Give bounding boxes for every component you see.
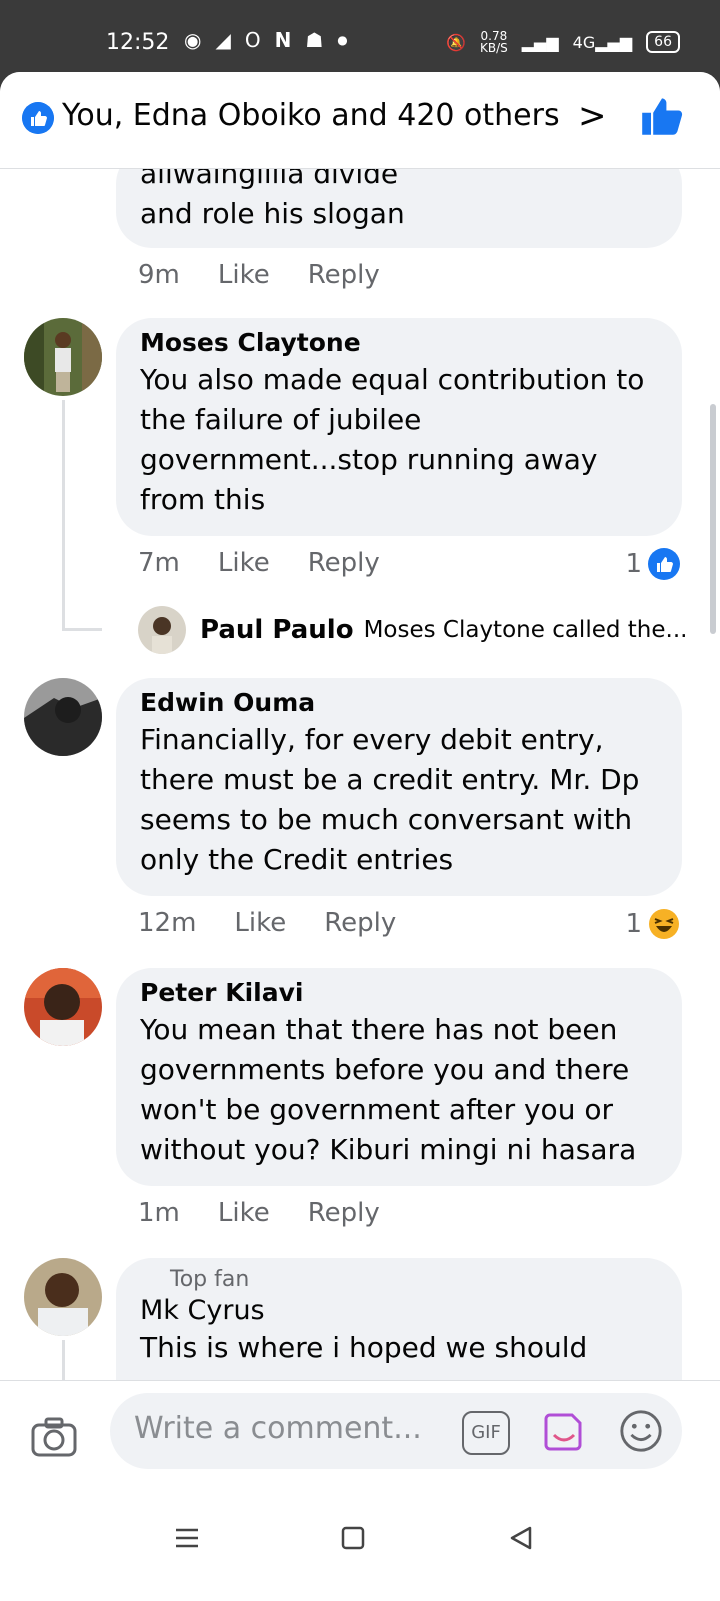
avatar[interactable] xyxy=(24,318,102,396)
opera-icon: O xyxy=(244,28,261,52)
reply-link[interactable]: Reply xyxy=(324,908,396,938)
thread-line-elbow xyxy=(62,628,102,631)
reply-author: Paul Paulo xyxy=(200,615,354,645)
like-link[interactable]: Like xyxy=(234,908,286,938)
comment-bubble[interactable]: Edwin Ouma Financially, for every debit … xyxy=(116,678,682,896)
comment-actions: 1m Like Reply xyxy=(138,1198,418,1228)
home-square-icon[interactable] xyxy=(338,1523,368,1553)
comment-author[interactable]: Mk Cyrus xyxy=(140,1294,658,1328)
comment-time: 1m xyxy=(138,1198,180,1228)
comment-feed[interactable]: aliwaingilila divide and role his slogan… xyxy=(0,168,720,1478)
reply-preview[interactable]: Paul Paulo Moses Claytone called the... xyxy=(138,606,698,654)
camera-icon[interactable] xyxy=(30,1413,78,1461)
comment-actions: 7m Like Reply xyxy=(138,548,418,578)
chevron-right-icon[interactable]: > xyxy=(578,96,607,136)
comment-time: 9m xyxy=(138,260,180,290)
news-icon: N xyxy=(274,28,292,52)
reaction-summary[interactable]: 1 xyxy=(625,548,680,580)
system-icons: 🔕 0.78 KB/S ▂▄▆ 4G▂▄▆ 66 xyxy=(446,30,680,54)
comment-text: This is where i hoped we should xyxy=(140,1331,588,1364)
like-badge-icon xyxy=(22,102,54,134)
reactions-header[interactable]: You, Edna Oboiko and 420 others > xyxy=(0,72,720,169)
gif-button[interactable]: GIF xyxy=(462,1411,510,1455)
avatar-peter-icon xyxy=(24,968,102,1046)
like-link[interactable]: Like xyxy=(218,1198,270,1228)
comment-text: Financially, for every debit entry, ther… xyxy=(140,723,640,876)
system-nav-bar xyxy=(0,1511,720,1601)
like-button-icon[interactable] xyxy=(640,94,684,138)
reply-text: Moses Claytone called the... xyxy=(363,617,688,643)
comment-bubble[interactable]: Peter Kilavi You mean that there has not… xyxy=(116,968,682,1186)
signal-4g-icon: 4G▂▄▆ xyxy=(572,32,633,52)
reply-link[interactable]: Reply xyxy=(308,548,380,578)
avatar-moses-icon xyxy=(24,318,102,396)
reaction-count: 1 xyxy=(625,909,642,939)
battery-icon: 66 xyxy=(646,31,680,53)
avatar-sticker-icon[interactable] xyxy=(540,1407,588,1455)
mute-icon: 🔕 xyxy=(446,32,466,52)
telegram-icon: ◢ xyxy=(215,28,231,52)
avatar-edwin-icon xyxy=(24,678,102,756)
comments-sheet: You, Edna Oboiko and 420 others > aliwai… xyxy=(0,72,720,1600)
avatar[interactable] xyxy=(24,678,102,756)
net-speed: 0.78 KB/S xyxy=(480,30,508,54)
comment-time: 7m xyxy=(138,548,180,578)
avatar[interactable] xyxy=(24,968,102,1046)
scrollbar[interactable] xyxy=(710,404,716,634)
notification-icons: ◉ ◢ O N ☗ ● xyxy=(184,28,348,52)
reaction-count: 1 xyxy=(625,549,642,579)
reactors-text[interactable]: You, Edna Oboiko and 420 others xyxy=(62,98,560,133)
snapchat-icon: ☗ xyxy=(305,28,324,52)
haha-reaction-icon xyxy=(649,909,679,939)
like-link[interactable]: Like xyxy=(218,260,270,290)
back-triangle-icon[interactable] xyxy=(506,1523,536,1553)
comment-text: You mean that there has not been governm… xyxy=(140,1013,637,1166)
reply-link[interactable]: Reply xyxy=(308,1198,380,1228)
like-reaction-icon xyxy=(648,548,680,580)
avatar-cyrus-icon xyxy=(24,1258,102,1336)
like-link[interactable]: Like xyxy=(218,548,270,578)
comment-input-placeholder[interactable]: Write a comment... xyxy=(134,1411,422,1446)
status-time: 12:52 xyxy=(106,30,170,55)
comment-bubble[interactable]: Moses Claytone You also made equal contr… xyxy=(116,318,682,536)
net-speed-unit: KB/S xyxy=(479,41,508,55)
comment-actions: 12m Like Reply xyxy=(138,908,434,938)
comment-time: 12m xyxy=(138,908,197,938)
top-fan-badge: Top fan xyxy=(170,1267,250,1292)
reaction-summary[interactable]: 1 xyxy=(625,908,680,940)
comment-author[interactable]: Peter Kilavi xyxy=(140,976,658,1010)
emoji-icon[interactable] xyxy=(618,1408,664,1454)
menu-icon[interactable] xyxy=(172,1523,202,1553)
more-dot-icon: ● xyxy=(337,33,348,47)
whatsapp-icon: ◉ xyxy=(184,28,202,52)
comment-actions: 9m Like Reply xyxy=(138,260,418,290)
comment-author[interactable]: Edwin Ouma xyxy=(140,686,658,720)
reply-link[interactable]: Reply xyxy=(308,260,380,290)
comment-text: aliwaingilila divide and role his slogan xyxy=(140,168,405,230)
thread-line xyxy=(62,400,65,630)
comment-text: You also made equal contribution to the … xyxy=(140,363,645,516)
comment-author[interactable]: Moses Claytone xyxy=(140,326,658,360)
avatar[interactable] xyxy=(24,1258,102,1336)
avatar-reply-icon xyxy=(138,606,186,654)
signal-icon: ▂▄▆ xyxy=(521,32,559,52)
comment-input[interactable]: Write a comment... GIF xyxy=(110,1393,682,1469)
comment-bubble[interactable]: aliwaingilila divide and role his slogan xyxy=(116,168,682,248)
comment-composer: Write a comment... GIF xyxy=(0,1380,720,1601)
